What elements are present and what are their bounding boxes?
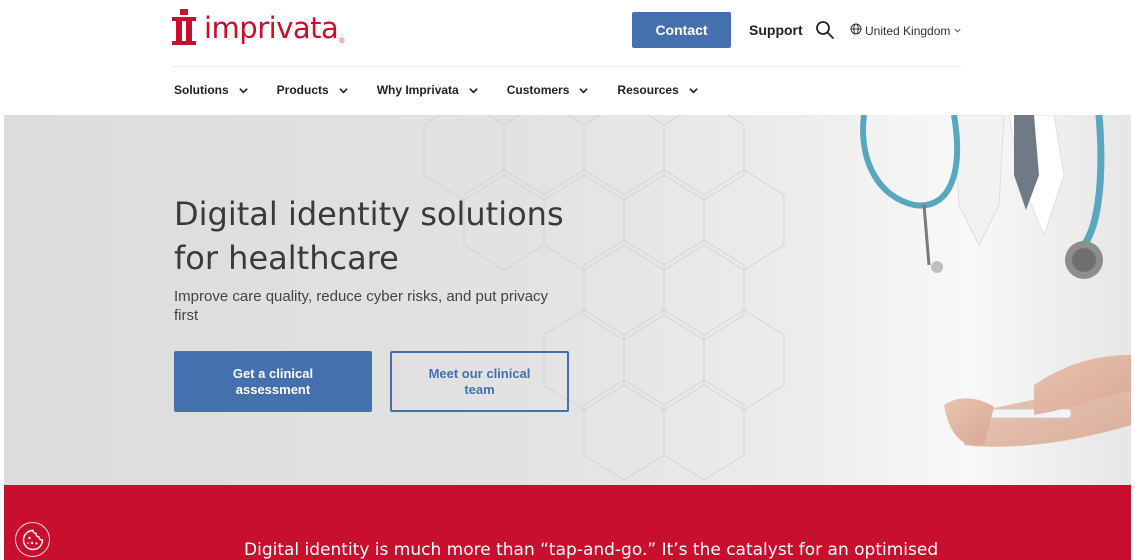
logo-text: imprivata — [204, 11, 339, 45]
hero-section: Digital identity solutions for healthcar… — [4, 115, 1131, 485]
nav-item-solutions[interactable]: Solutions — [174, 83, 249, 97]
chevron-down-icon — [468, 87, 478, 94]
globe-icon — [850, 23, 862, 38]
cookie-settings-button[interactable] — [15, 522, 50, 557]
nav-item-why-imprivata[interactable]: Why Imprivata — [377, 83, 479, 97]
search-icon[interactable] — [815, 20, 835, 40]
intro-band: Digital identity is much more than “tap-… — [4, 485, 1131, 560]
chevron-down-icon — [238, 87, 248, 94]
contact-button[interactable]: Contact — [632, 12, 731, 48]
nav-item-label: Products — [276, 83, 329, 97]
meet-clinical-team-button[interactable]: Meet our clinical team — [390, 351, 569, 412]
main-navigation: Solutions Products Why Imprivata Custome… — [174, 83, 727, 97]
logo-mark-icon — [172, 9, 196, 45]
nav-item-label: Customers — [506, 83, 570, 97]
nav-item-label: Why Imprivata — [376, 83, 459, 97]
chevron-down-icon — [338, 87, 348, 94]
header-divider — [172, 66, 962, 67]
intro-band-text: Digital identity is much more than “tap-… — [244, 540, 939, 560]
get-clinical-assessment-button[interactable]: Get a clinical assessment — [174, 351, 372, 412]
chevron-down-icon — [689, 87, 698, 94]
hero-title: Digital identity solutions for healthcar… — [174, 195, 564, 277]
nav-item-products[interactable]: Products — [277, 83, 349, 97]
region-selector[interactable]: United Kingdom — [850, 23, 962, 38]
nav-item-label: Solutions — [174, 83, 229, 97]
support-link[interactable]: Support — [749, 22, 803, 38]
nav-item-resources[interactable]: Resources — [617, 83, 698, 97]
chevron-down-icon — [579, 87, 589, 94]
doctor-photo — [804, 115, 1131, 485]
hero-subtitle: Improve care quality, reduce cyber risks… — [174, 288, 549, 324]
nav-item-customers[interactable]: Customers — [507, 83, 590, 97]
logo-trademark: ® — [339, 38, 345, 45]
imprivata-logo[interactable]: imprivata ® — [172, 9, 344, 45]
site-header: imprivata ® Contact Support United Kingd… — [0, 0, 1135, 115]
nav-item-label: Resources — [617, 83, 679, 97]
region-label: United Kingdom — [865, 23, 951, 38]
chevron-down-icon — [953, 24, 962, 38]
cookie-icon — [22, 529, 43, 550]
